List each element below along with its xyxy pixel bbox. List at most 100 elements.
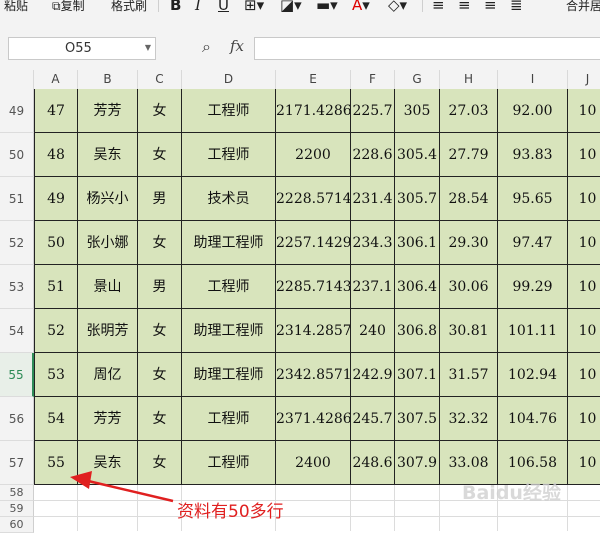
search-icon[interactable]: ⌕ (202, 37, 211, 57)
row-header-56[interactable]: 56 (0, 397, 34, 441)
align-left-icon[interactable]: ≡ (432, 0, 445, 14)
select-all-corner[interactable] (0, 70, 34, 89)
cell-i54[interactable]: 101.11 (498, 309, 568, 353)
cell-f57[interactable]: 248.6 (351, 441, 395, 485)
cell-f58[interactable] (351, 485, 395, 501)
cell-f51[interactable]: 231.4 (351, 177, 395, 221)
cell-i55[interactable]: 102.94 (498, 353, 568, 397)
cell-a56[interactable]: 54 (34, 397, 78, 441)
cell-b52[interactable]: 张小娜 (78, 221, 138, 265)
cell-d52[interactable]: 助理工程师 (182, 221, 276, 265)
cell-e60[interactable] (276, 517, 351, 531)
cell-f54[interactable]: 240 (351, 309, 395, 353)
cell-i50[interactable]: 93.83 (498, 133, 568, 177)
cell-c58[interactable] (138, 485, 182, 501)
cell-h60[interactable] (440, 517, 498, 531)
cell-g60[interactable] (395, 517, 440, 531)
cell-c60[interactable] (138, 517, 182, 531)
cell-b59[interactable] (78, 501, 138, 517)
cell-a52[interactable]: 50 (34, 221, 78, 265)
cell-g57[interactable]: 307.9 (395, 441, 440, 485)
cell-h51[interactable]: 28.54 (440, 177, 498, 221)
cell-c49[interactable]: 女 (138, 89, 182, 133)
clear-format-icon[interactable]: ◇▾ (388, 0, 407, 14)
cell-d49[interactable]: 工程师 (182, 89, 276, 133)
cell-f52[interactable]: 234.3 (351, 221, 395, 265)
cell-c51[interactable]: 男 (138, 177, 182, 221)
cell-j52[interactable]: 10 (568, 221, 600, 265)
cell-h55[interactable]: 31.57 (440, 353, 498, 397)
cell-i49[interactable]: 92.00 (498, 89, 568, 133)
cell-e56[interactable]: 2371.4286 (276, 397, 351, 441)
underline-button[interactable]: U (218, 0, 229, 14)
merge-center-button[interactable]: 合并居 (566, 0, 600, 14)
cell-e59[interactable] (276, 501, 351, 517)
spreadsheet-grid[interactable]: 47 芳芳女工程师 2171.4286 225.7 305 27.03 92.00 10 48 吴… (34, 89, 600, 531)
cell-j57[interactable]: 10 (568, 441, 600, 485)
column-header-d[interactable]: D (182, 70, 276, 89)
cell-a54[interactable]: 52 (34, 309, 78, 353)
cell-c52[interactable]: 女 (138, 221, 182, 265)
cell-b56[interactable]: 芳芳 (78, 397, 138, 441)
cell-c53[interactable]: 男 (138, 265, 182, 309)
column-header-c[interactable]: C (138, 70, 182, 89)
cell-h49[interactable]: 27.03 (440, 89, 498, 133)
cell-e50[interactable]: 2200 (276, 133, 351, 177)
highlight-icon[interactable]: ▬▾ (316, 0, 338, 14)
cell-g52[interactable]: 306.1 (395, 221, 440, 265)
cell-b57[interactable]: 吴东 (78, 441, 138, 485)
column-header-e[interactable]: E (276, 70, 351, 89)
cell-g59[interactable] (395, 501, 440, 517)
cell-f55[interactable]: 242.9 (351, 353, 395, 397)
row-header-52[interactable]: 52 (0, 221, 34, 265)
cell-g49[interactable]: 305 (395, 89, 440, 133)
cell-b50[interactable]: 吴东 (78, 133, 138, 177)
cell-h53[interactable]: 30.06 (440, 265, 498, 309)
align-right-icon[interactable]: ≡ (484, 0, 497, 14)
cell-g56[interactable]: 307.5 (395, 397, 440, 441)
paste-button[interactable]: 粘贴 (4, 0, 28, 14)
column-header-h[interactable]: H (440, 70, 498, 89)
cell-d56[interactable]: 工程师 (182, 397, 276, 441)
cell-a51[interactable]: 49 (34, 177, 78, 221)
cell-g51[interactable]: 305.7 (395, 177, 440, 221)
italic-button[interactable]: I (195, 0, 201, 14)
cell-g54[interactable]: 306.8 (395, 309, 440, 353)
cell-g55[interactable]: 307.1 (395, 353, 440, 397)
column-header-a[interactable]: A (34, 70, 78, 89)
row-header-55[interactable]: 55 (0, 353, 34, 397)
bold-button[interactable]: B (170, 0, 181, 14)
cell-e55[interactable]: 2342.8571 (276, 353, 351, 397)
cell-g53[interactable]: 306.4 (395, 265, 440, 309)
cell-j58[interactable] (568, 485, 600, 501)
cell-e54[interactable]: 2314.2857 (276, 309, 351, 353)
row-header-54[interactable]: 54 (0, 309, 34, 353)
row-header-50[interactable]: 50 (0, 133, 34, 177)
row-header-59[interactable]: 59 (0, 501, 34, 517)
cell-e49[interactable]: 2171.4286 (276, 89, 351, 133)
cell-a60[interactable] (34, 517, 78, 531)
cell-h54[interactable]: 30.81 (440, 309, 498, 353)
cell-f50[interactable]: 228.6 (351, 133, 395, 177)
cell-g58[interactable] (395, 485, 440, 501)
cell-f56[interactable]: 245.7 (351, 397, 395, 441)
cell-i51[interactable]: 95.65 (498, 177, 568, 221)
cell-d57[interactable]: 工程师 (182, 441, 276, 485)
cell-j53[interactable]: 10 (568, 265, 600, 309)
cell-c55[interactable]: 女 (138, 353, 182, 397)
row-header-53[interactable]: 53 (0, 265, 34, 309)
cell-h52[interactable]: 29.30 (440, 221, 498, 265)
row-header-51[interactable]: 51 (0, 177, 34, 221)
cell-c56[interactable]: 女 (138, 397, 182, 441)
cell-d51[interactable]: 技术员 (182, 177, 276, 221)
cell-d54[interactable]: 助理工程师 (182, 309, 276, 353)
cell-b53[interactable]: 景山 (78, 265, 138, 309)
formula-input[interactable] (254, 37, 600, 60)
column-header-g[interactable]: G (395, 70, 440, 89)
chevron-down-icon[interactable]: ▼ (145, 43, 151, 52)
fill-color-icon[interactable]: ◪▾ (280, 0, 302, 14)
cell-b60[interactable] (78, 517, 138, 531)
cell-a50[interactable]: 48 (34, 133, 78, 177)
cell-h50[interactable]: 27.79 (440, 133, 498, 177)
cell-i56[interactable]: 104.76 (498, 397, 568, 441)
